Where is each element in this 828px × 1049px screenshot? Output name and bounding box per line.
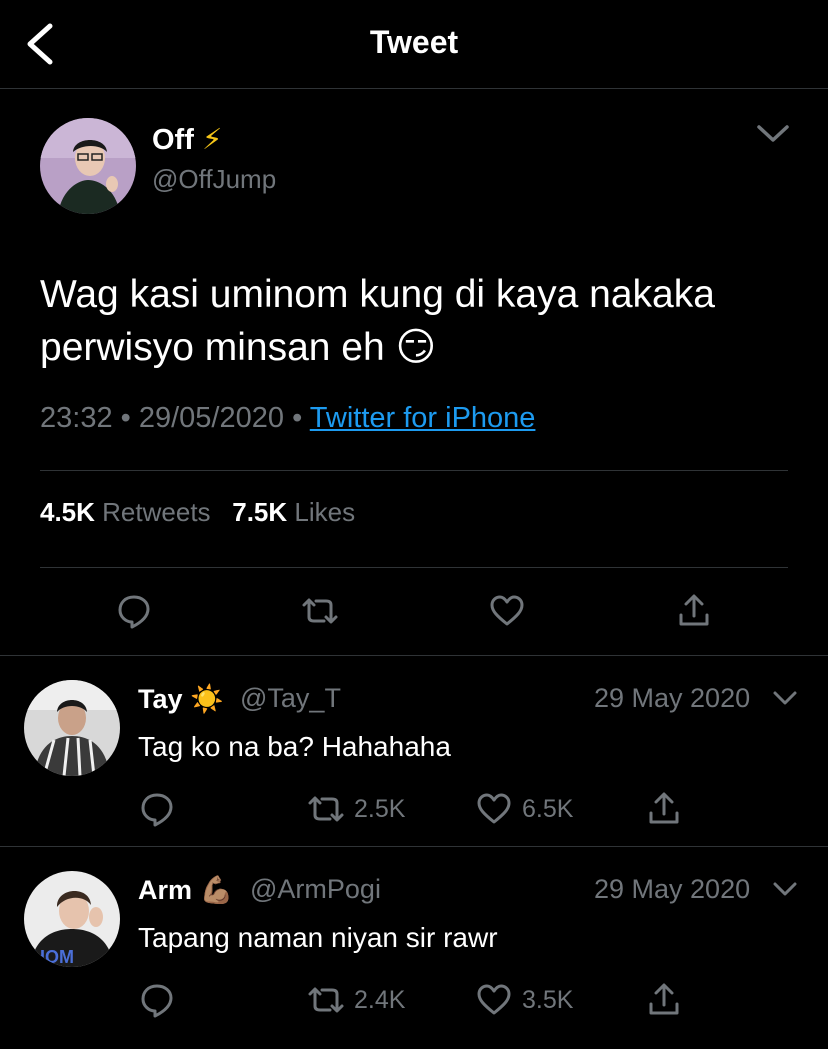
reply-like-count: 3.5K bbox=[522, 986, 574, 1014]
sun-emoji-icon: ☀️ bbox=[190, 684, 224, 714]
source-link[interactable]: Twitter for iPhone bbox=[310, 402, 536, 434]
flexed-biceps-emoji-icon: 💪🏽 bbox=[199, 875, 234, 905]
smirk-emoji-icon: 😏 bbox=[395, 326, 437, 369]
reply-author-name[interactable]: Arm 💪🏽 bbox=[138, 874, 233, 906]
tweet-time: 23:32 bbox=[40, 402, 113, 434]
retweets-stat[interactable]: 4.5K Retweets bbox=[40, 497, 218, 527]
share-icon[interactable] bbox=[676, 593, 712, 629]
tweet-text-line-2: perwisyo minsan eh 😏 bbox=[40, 326, 437, 369]
reply-text: Tag ko na ba? Hahahaha bbox=[138, 731, 451, 762]
retweet-icon[interactable] bbox=[306, 982, 346, 1018]
reply-like-count: 6.5K bbox=[522, 795, 574, 823]
author-avatar[interactable] bbox=[40, 118, 136, 214]
more-chevron-icon[interactable] bbox=[772, 690, 798, 706]
reply-retweet-count: 2.5K bbox=[354, 795, 406, 823]
retweets-count: 4.5K bbox=[40, 497, 95, 527]
reply-avatar[interactable] bbox=[24, 680, 120, 776]
divider bbox=[0, 655, 828, 656]
divider bbox=[40, 470, 788, 471]
divider bbox=[0, 846, 828, 847]
like-heart-icon[interactable] bbox=[476, 792, 512, 826]
share-icon[interactable] bbox=[646, 982, 682, 1018]
tweet-text: Wag kasi uminom kung di kaya nakaka perw… bbox=[40, 268, 800, 374]
top-bar: Tweet bbox=[0, 0, 828, 89]
likes-stat[interactable]: 7.5K Likes bbox=[232, 497, 355, 527]
likes-label: Likes bbox=[294, 497, 356, 527]
tweet-text-line-1: Wag kasi uminom kung di kaya nakaka bbox=[40, 273, 715, 316]
reply-avatar[interactable]: HOM bbox=[24, 871, 120, 967]
reply-retweet-count: 2.4K bbox=[354, 986, 406, 1014]
more-chevron-icon[interactable] bbox=[756, 124, 790, 144]
likes-count: 7.5K bbox=[232, 497, 288, 527]
separator-dot: • bbox=[292, 402, 310, 434]
page-title: Tweet bbox=[369, 24, 459, 60]
tweet-stats: 4.5K Retweets 7.5K Likes bbox=[40, 497, 355, 528]
reply-author-handle[interactable]: @ArmPogi bbox=[250, 874, 381, 905]
reply-author-handle[interactable]: @Tay_T bbox=[240, 683, 341, 714]
divider bbox=[40, 567, 788, 568]
reply-text: Tapang naman niyan sir rawr bbox=[138, 922, 498, 953]
separator-dot: • bbox=[120, 402, 139, 434]
reply-icon[interactable] bbox=[116, 593, 152, 629]
author-name[interactable]: Off ⚡ bbox=[152, 122, 222, 157]
retweet-icon[interactable] bbox=[306, 791, 346, 827]
share-icon[interactable] bbox=[646, 791, 682, 827]
retweet-icon[interactable] bbox=[300, 593, 340, 629]
tweet-meta: 23:32 • 29/05/2020 • Twitter for iPhone bbox=[40, 402, 535, 435]
author-handle[interactable]: @OffJump bbox=[152, 164, 276, 195]
retweets-label: Retweets bbox=[102, 497, 211, 527]
like-heart-icon[interactable] bbox=[476, 983, 512, 1017]
more-chevron-icon[interactable] bbox=[772, 881, 798, 897]
like-heart-icon[interactable] bbox=[489, 594, 525, 628]
tweet-date: 29/05/2020 bbox=[138, 402, 285, 434]
avatar-shirt-text: HOM bbox=[32, 947, 74, 967]
reply-date: 29 May 2020 bbox=[594, 683, 751, 713]
reply-author-name[interactable]: Tay ☀️ bbox=[138, 683, 224, 715]
reply-icon[interactable] bbox=[139, 791, 175, 827]
reply-date: 29 May 2020 bbox=[594, 874, 751, 904]
reply-icon[interactable] bbox=[139, 982, 175, 1018]
lightning-emoji-icon: ⚡ bbox=[201, 124, 223, 156]
